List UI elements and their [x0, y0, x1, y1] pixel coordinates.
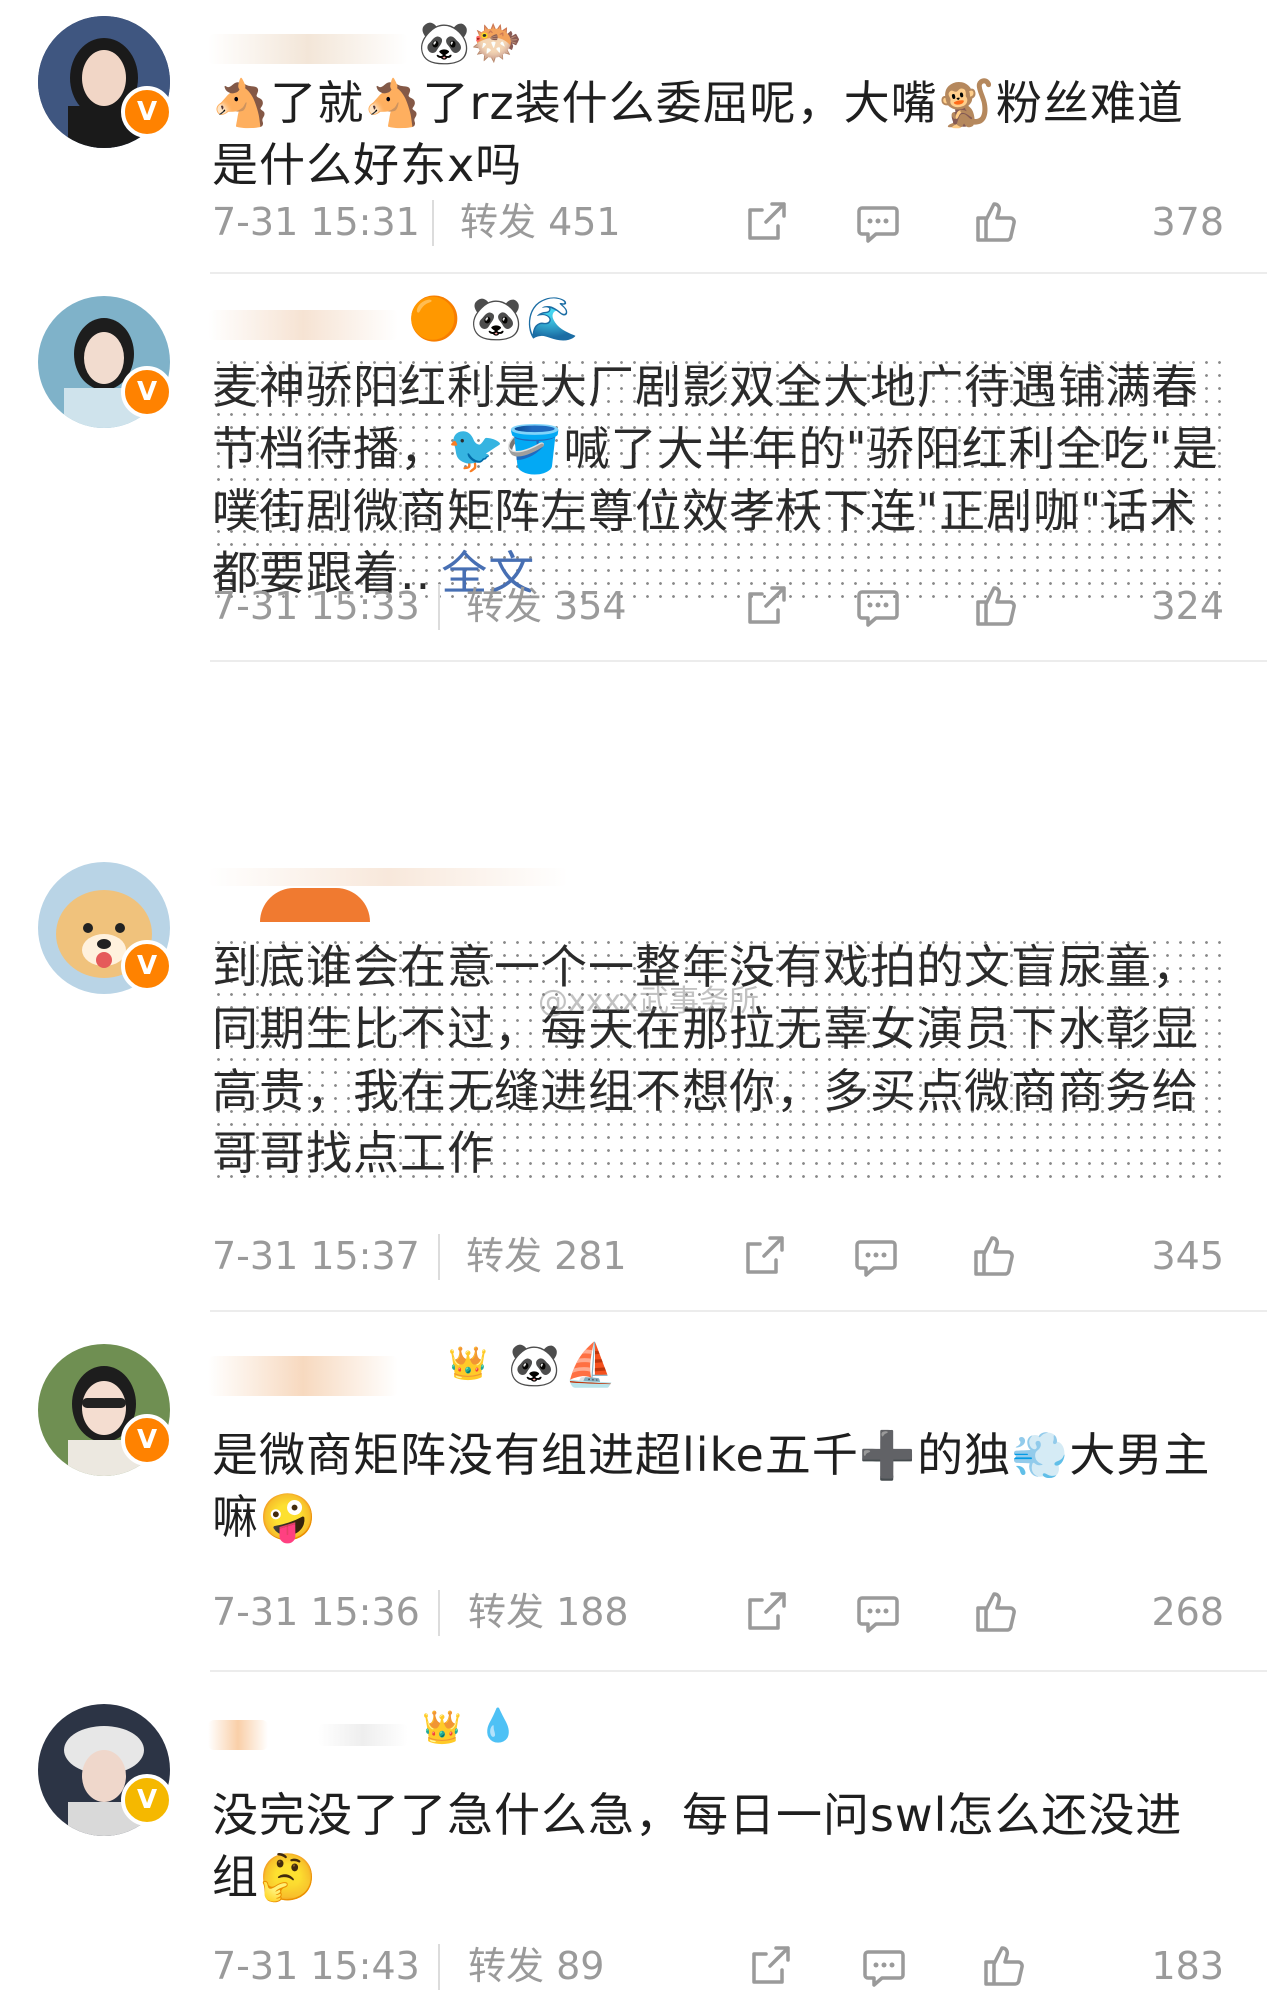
like-count: 324 — [1151, 584, 1224, 628]
comment-icon[interactable] — [854, 198, 902, 246]
verified-v-icon: V — [121, 1414, 173, 1466]
share-icon[interactable] — [740, 1232, 788, 1280]
username-redacted[interactable]: 👑 🐼 ⛵ — [208, 1340, 638, 1396]
like-count: 378 — [1151, 200, 1224, 244]
timestamp: 7-31 15:37 — [212, 1234, 420, 1278]
watermark: @xxxx武事务所 — [538, 984, 760, 1019]
divider — [210, 660, 1267, 662]
comment-icon[interactable] — [854, 582, 902, 630]
badge-icon: 🟠 — [408, 294, 461, 343]
timestamp: 7-31 15:31 — [212, 200, 420, 244]
username-redacted[interactable]: 👑 💧 — [208, 1706, 548, 1758]
wave-icon: 🌊 — [526, 294, 579, 343]
username-redacted[interactable]: 🐼 🐡 — [208, 18, 538, 74]
crown-icon: 👑 — [448, 1344, 488, 1382]
boat-icon: ⛵ — [564, 1340, 617, 1389]
post-content: 麦神骄阳红利是大厂剧影双全大地广待遇铺满春节档待播，🐦🪣喊了大半年的"骄阳红利全… — [212, 356, 1222, 604]
post-meta: 7-31 15:36 转发 188 268 — [212, 1582, 1224, 1642]
separator — [438, 584, 440, 630]
post-content: 是微商矩阵没有组进超like五千➕的独💨大男主嘛🤪 — [212, 1428, 1211, 1544]
username-redacted[interactable]: 🟠 🐼 🌊 — [208, 294, 628, 348]
timestamp: 7-31 15:33 — [212, 584, 420, 628]
post-meta: 7-31 15:33 转发 354 324 — [212, 576, 1224, 636]
thumbs-up-icon[interactable] — [972, 582, 1020, 630]
post-content: 🐴了就🐴了rz装什么委屈呢，大嘴🐒粉丝难道是什么好东x吗 — [212, 76, 1184, 192]
verified-v-icon: V — [121, 86, 173, 138]
share-icon[interactable] — [742, 198, 790, 246]
username-redacted[interactable] — [208, 864, 588, 922]
share-icon[interactable] — [742, 582, 790, 630]
comment-icon[interactable] — [854, 1588, 902, 1636]
share-icon[interactable] — [742, 1588, 790, 1636]
crown-icon: 👑 — [422, 1708, 462, 1746]
fish-icon: 🐡 — [470, 18, 523, 67]
like-count: 268 — [1151, 1590, 1224, 1634]
timestamp: 7-31 15:43 — [212, 1944, 420, 1988]
repost-button[interactable]: 转发 188 — [468, 1582, 629, 1642]
post-meta: 7-31 15:37 转发 281 345 — [212, 1226, 1224, 1286]
share-icon[interactable] — [746, 1942, 794, 1990]
drop-icon: 💧 — [478, 1706, 518, 1744]
separator — [438, 1234, 440, 1280]
thumbs-up-icon[interactable] — [972, 1588, 1020, 1636]
separator — [438, 1944, 440, 1990]
thumbs-up-icon[interactable] — [970, 1232, 1018, 1280]
verified-v-icon: V — [121, 366, 173, 418]
post-meta: 7-31 15:31 转发 451 378 — [212, 192, 1224, 252]
comment-icon[interactable] — [860, 1942, 908, 1990]
thumbs-up-icon[interactable] — [972, 198, 1020, 246]
repost-button[interactable]: 转发 281 — [466, 1226, 627, 1286]
post-meta: 7-31 15:43 转发 89 183 — [212, 1936, 1224, 1996]
repost-button[interactable]: 转发 451 — [460, 192, 621, 252]
comment-icon[interactable] — [852, 1232, 900, 1280]
thumbs-up-icon[interactable] — [980, 1942, 1028, 1990]
repost-button[interactable]: 转发 354 — [466, 576, 627, 636]
post-content: 没完没了了急什么急，每日一问swl怎么还没进组🤔 — [212, 1788, 1183, 1904]
separator — [432, 200, 434, 246]
verified-v-icon: V — [121, 1774, 173, 1826]
divider — [210, 272, 1267, 274]
repost-button[interactable]: 转发 89 — [468, 1936, 604, 1996]
panda-icon: 🐼 — [418, 18, 471, 67]
separator — [438, 1590, 440, 1636]
like-count: 183 — [1151, 1944, 1224, 1988]
timestamp: 7-31 15:36 — [212, 1590, 420, 1634]
verified-v-icon: V — [121, 940, 173, 992]
divider — [210, 1670, 1267, 1672]
post-content: 到底谁会在意一个一整年没有戏拍的文盲尿童，同期生比不过，每天在那拉无辜女演员下水… — [212, 936, 1222, 1184]
divider — [210, 1310, 1267, 1312]
panda-icon: 🐼 — [508, 1340, 561, 1389]
like-count: 345 — [1151, 1234, 1224, 1278]
panda-icon: 🐼 — [470, 294, 523, 343]
